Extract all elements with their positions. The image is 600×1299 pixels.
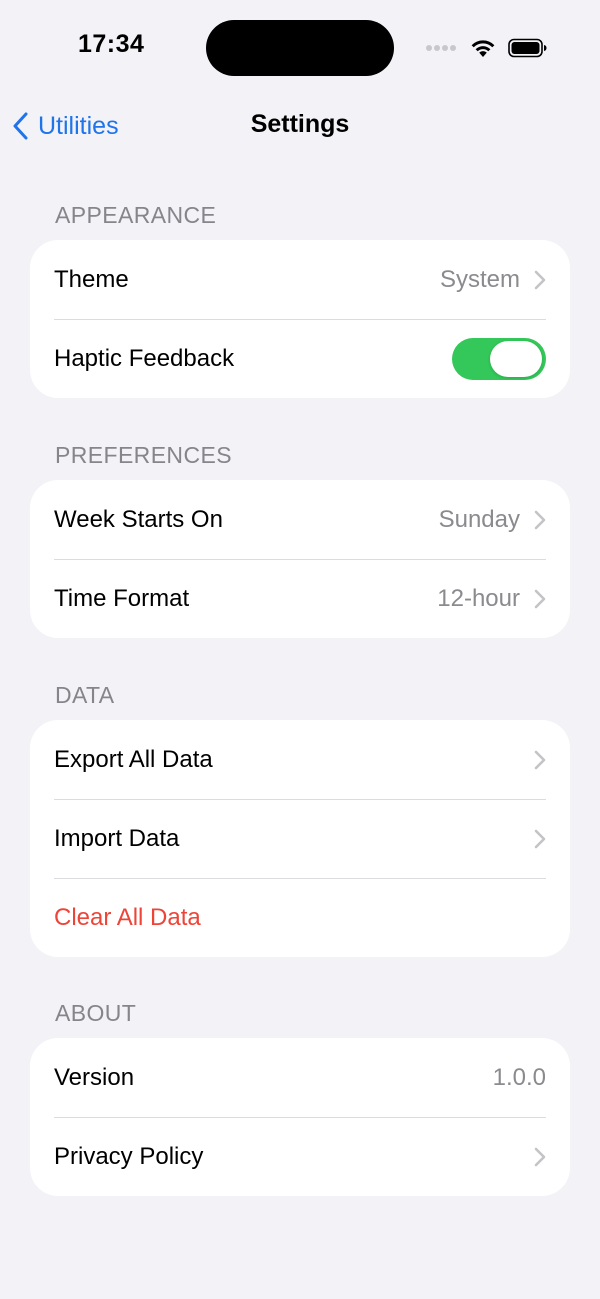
time-format-label: Time Format — [54, 584, 190, 612]
about-group: Version 1.0.0 Privacy Policy — [30, 1038, 570, 1196]
battery-icon — [508, 38, 547, 58]
version-label: Version — [54, 1063, 135, 1091]
toggle-knob — [490, 340, 542, 377]
week-starts-on-label: Week Starts On — [54, 505, 223, 533]
clear-all-data-label: Clear All Data — [54, 903, 201, 931]
theme-row[interactable]: Theme System — [30, 240, 570, 319]
import-data-row[interactable]: Import Data — [30, 799, 570, 878]
chevron-right-icon — [534, 1147, 546, 1166]
week-starts-on-row[interactable]: Week Starts On Sunday — [30, 480, 570, 559]
haptic-feedback-toggle[interactable] — [452, 337, 546, 380]
section-header-appearance: APPEARANCE — [55, 202, 217, 228]
status-icons — [424, 36, 548, 60]
page-title: Settings — [250, 110, 350, 138]
preferences-group: Week Starts On Sunday Time Format 12-hou… — [30, 480, 570, 638]
theme-label: Theme — [54, 265, 129, 293]
chevron-right-icon — [534, 750, 546, 769]
import-data-label: Import Data — [54, 824, 180, 852]
section-header-preferences: PREFERENCES — [55, 442, 232, 468]
privacy-policy-row[interactable]: Privacy Policy — [30, 1117, 570, 1196]
navigation-bar: Utilities Settings — [0, 96, 600, 156]
time-format-value: 12-hour — [437, 584, 520, 612]
dynamic-island — [206, 20, 394, 76]
status-bar: 17:34 — [0, 0, 600, 96]
haptic-feedback-label: Haptic Feedback — [54, 344, 235, 372]
export-all-data-label: Export All Data — [54, 745, 213, 773]
data-group: Export All Data Import Data Clear All Da… — [30, 720, 570, 957]
version-row: Version 1.0.0 — [30, 1038, 570, 1117]
version-value: 1.0.0 — [492, 1063, 546, 1091]
wifi-icon — [471, 40, 495, 57]
cellular-signal-icon — [424, 45, 456, 51]
appearance-group: Theme System Haptic Feedback — [30, 240, 570, 398]
time-format-row[interactable]: Time Format 12-hour — [30, 559, 570, 638]
clear-all-data-button[interactable]: Clear All Data — [30, 878, 570, 957]
chevron-right-icon — [534, 270, 546, 289]
status-time: 17:34 — [78, 30, 145, 58]
chevron-right-icon — [534, 510, 546, 529]
week-starts-on-value: Sunday — [438, 505, 520, 533]
privacy-policy-label: Privacy Policy — [54, 1142, 204, 1170]
section-header-about: ABOUT — [55, 1000, 137, 1026]
export-all-data-row[interactable]: Export All Data — [30, 720, 570, 799]
section-header-data: DATA — [55, 682, 115, 708]
chevron-right-icon — [534, 829, 546, 848]
theme-value: System — [439, 265, 520, 293]
chevron-right-icon — [534, 589, 546, 608]
haptic-feedback-row: Haptic Feedback — [30, 319, 570, 398]
